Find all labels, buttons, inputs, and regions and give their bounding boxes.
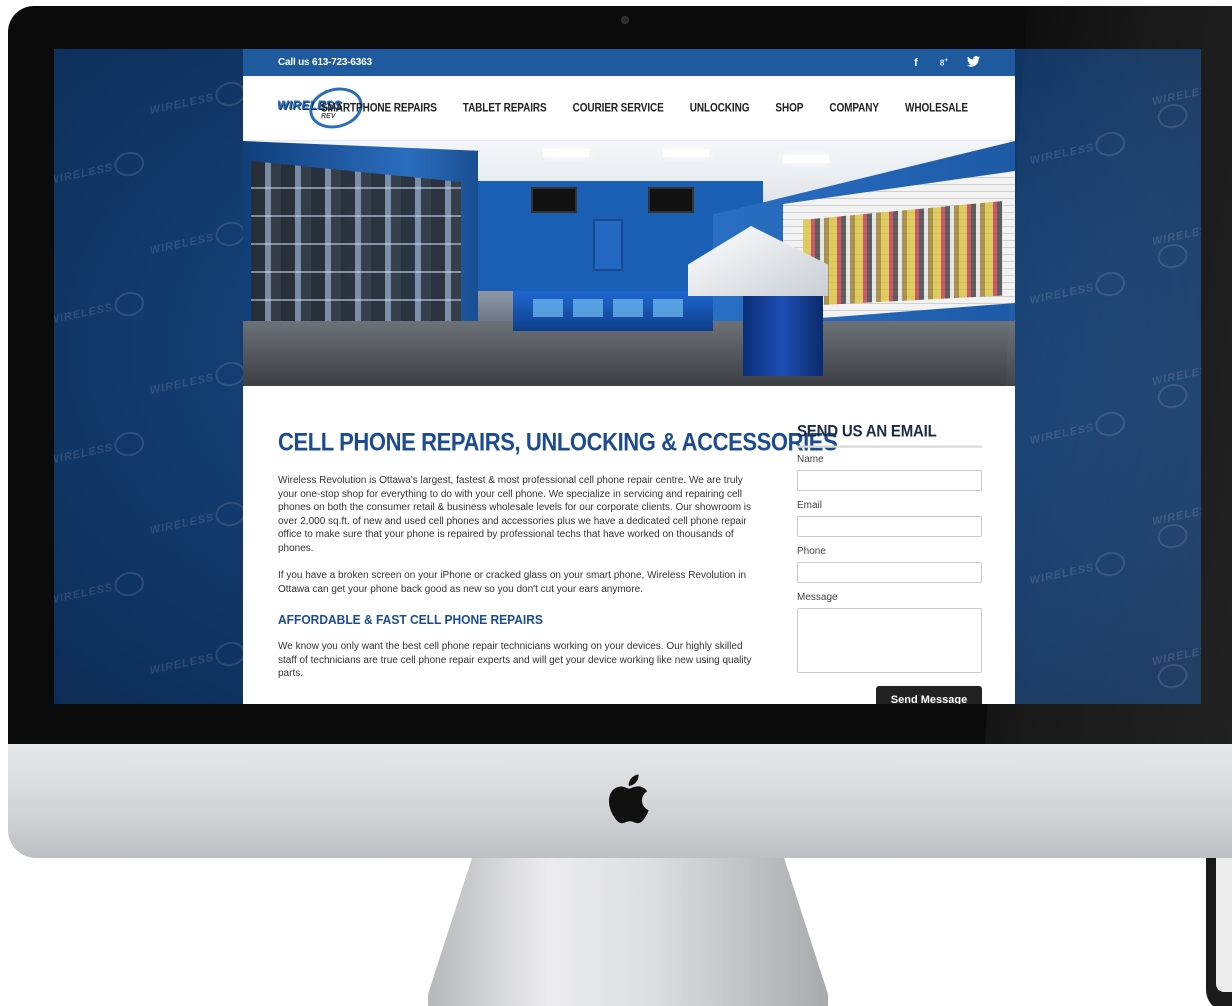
twitter-icon[interactable] — [967, 55, 980, 70]
top-bar: Call us 613-723-6363 f 8+ — [243, 49, 1015, 76]
phone-label: Phone — [797, 546, 826, 557]
phone-field[interactable] — [797, 562, 982, 583]
hero-pedestal — [743, 291, 823, 376]
nav-item-company[interactable]: COMPANY — [816, 102, 892, 115]
email-field[interactable] — [797, 516, 982, 537]
technicians-paragraph: We know you only want the best cell phon… — [278, 641, 752, 679]
name-field[interactable] — [797, 470, 982, 491]
phone-number[interactable]: Call us 613-723-6363 — [278, 57, 372, 68]
ceiling-light — [663, 149, 709, 157]
apple-logo-icon — [608, 774, 649, 824]
message-field[interactable] — [797, 608, 982, 673]
google-plus-icon[interactable]: 8+ — [939, 57, 949, 68]
nav-item-courier-service[interactable]: COURIER SERVICE — [560, 102, 677, 115]
screen-repair-paragraph: If you have a broken screen on your iPho… — [278, 570, 747, 595]
main-content: CELL PHONE REPAIRS, UNLOCKING & ACCESSOR… — [243, 386, 1015, 704]
ceiling-light — [543, 149, 589, 157]
watermark: WIRELESS — [148, 499, 248, 543]
watermark: WIRELESS — [148, 79, 248, 123]
intro-paragraph: Wireless Revolution is Ottawa's largest,… — [278, 475, 752, 554]
send-message-button[interactable]: Send Message — [876, 686, 982, 704]
main-nav: SMARTPHONE REPAIRS TABLET REPAIRS COURIE… — [321, 102, 981, 115]
nav-item-shop[interactable]: SHOP — [762, 102, 816, 115]
hero-door — [593, 219, 623, 271]
watermark: WIRELESS — [54, 569, 147, 613]
watermark: WIRELESS — [148, 639, 248, 683]
hero-counter-display — [533, 299, 693, 317]
hero-tv — [648, 187, 694, 213]
website: Call us 613-723-6363 f 8+ WIRELESS REV S… — [243, 49, 1015, 704]
site-header: WIRELESS REV SMARTPHONE REPAIRS TABLET R… — [243, 76, 1015, 141]
monitor-stand — [428, 858, 828, 1006]
watermark: WIRELESS — [148, 359, 248, 403]
nav-item-smartphone-repairs[interactable]: SMARTPHONE REPAIRS — [321, 102, 450, 115]
section-subtitle: AFFORDABLE & FAST CELL PHONE REPAIRS — [278, 612, 543, 628]
watermark: WIRELESS — [54, 429, 147, 473]
contact-form: SEND US AN EMAIL Name Email Phone Messag… — [797, 422, 982, 704]
nav-item-wholesale[interactable]: WHOLESALE — [892, 102, 981, 115]
page-title: CELL PHONE REPAIRS, UNLOCKING & ACCESSOR… — [278, 428, 838, 456]
message-label: Message — [797, 592, 838, 603]
hero-tv — [531, 187, 577, 213]
screen-glare — [985, 6, 1232, 746]
site-logo[interactable]: WIRELESS REV — [277, 82, 368, 134]
watermark: WIRELESS — [148, 219, 248, 263]
watermark: WIRELESS — [54, 289, 147, 333]
camera-icon — [621, 16, 629, 24]
nav-item-unlocking[interactable]: UNLOCKING — [677, 102, 763, 115]
product-mockup: WIRELESS WIRELESS WIRELESS WIRELESS WIRE… — [0, 0, 1232, 1006]
facebook-icon[interactable]: f — [911, 57, 921, 69]
store-hero-image — [243, 141, 1015, 386]
form-title: SEND US AN EMAIL — [797, 422, 982, 448]
social-links: f 8+ — [911, 55, 980, 70]
nav-item-tablet-repairs[interactable]: TABLET REPAIRS — [450, 102, 560, 115]
article: CELL PHONE REPAIRS, UNLOCKING & ACCESSOR… — [278, 428, 838, 704]
ceiling-light — [783, 155, 829, 163]
email-label: Email — [797, 500, 823, 511]
watermark: WIRELESS — [54, 149, 147, 193]
